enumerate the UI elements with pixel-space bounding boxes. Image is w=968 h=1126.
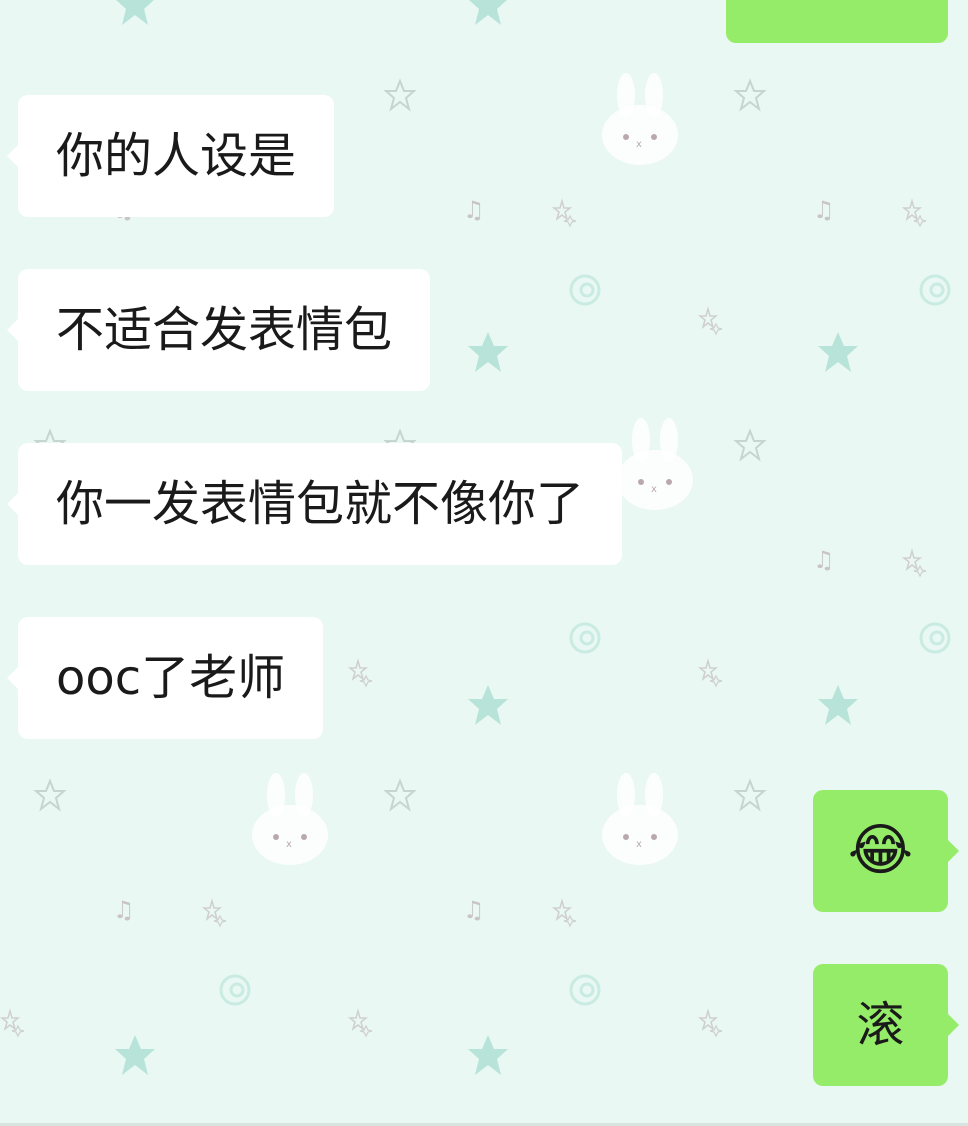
outgoing-message-bubble-cropped[interactable] [726,0,948,43]
incoming-message-bubble[interactable]: 不适合发表情包 [6,269,431,391]
outgoing-message-bubble[interactable]: 😂 [813,790,959,912]
laughing-tears-emoji-icon: 😂 [847,818,914,883]
message-text: 不适合发表情包 [56,302,393,358]
message-text: 滚 [856,997,905,1053]
incoming-message-bubble[interactable]: 你一发表情包就不像你了 [6,443,623,565]
message-text: 你的人设是 [56,128,297,184]
message-text: ooc了老师 [56,650,286,706]
chat-message-list[interactable]: 你的人设是 不适合发表情包 你一发表情包就不像你了 ooc了老师 😂 滚 [0,0,968,1126]
incoming-message-bubble[interactable]: 你的人设是 [6,95,335,217]
incoming-message-bubble[interactable]: ooc了老师 [6,617,324,739]
message-text: 你一发表情包就不像你了 [56,476,585,532]
outgoing-message-bubble[interactable]: 滚 [813,964,959,1086]
